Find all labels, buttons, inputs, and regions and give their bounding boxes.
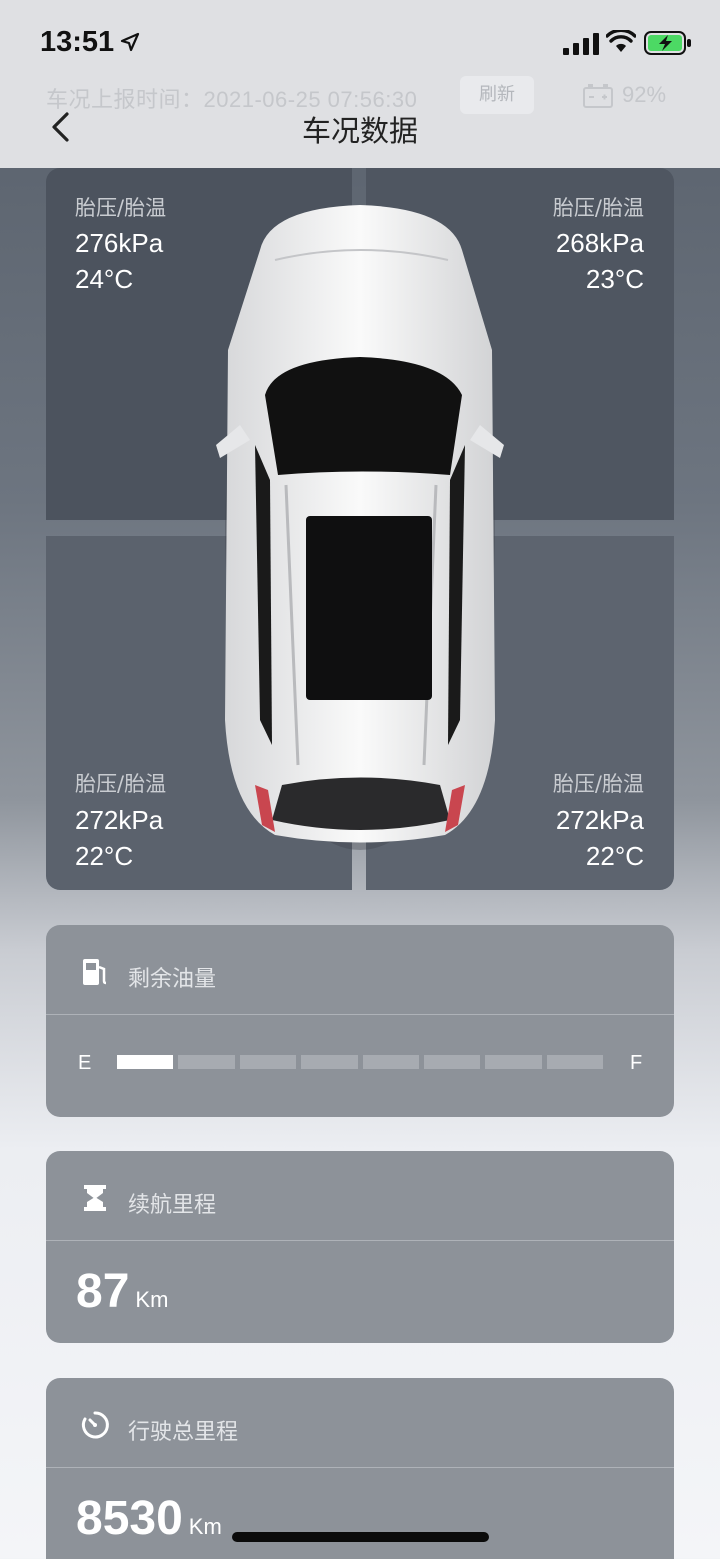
timer-icon xyxy=(81,1411,109,1439)
tire-rear-left-pressure: 272kPa xyxy=(75,805,164,835)
page-title: 车况数据 xyxy=(301,114,418,148)
fuel-segment xyxy=(423,1055,481,1069)
car-battery-value: 92% xyxy=(622,82,667,107)
range-card: 续航里程 87 Km xyxy=(46,1151,674,1343)
odometer-card-header: 行驶总里程 xyxy=(46,1378,674,1468)
fuel-full-mark: F xyxy=(630,1052,643,1074)
odometer-label: 行驶总里程 xyxy=(128,1420,239,1445)
status-time: 13:51 xyxy=(40,26,115,58)
range-label: 续航里程 xyxy=(128,1193,217,1218)
range-value-line: 87 Km xyxy=(76,1264,168,1319)
fuel-segment xyxy=(546,1055,603,1069)
location-arrow-icon xyxy=(120,32,140,52)
fuel-level-bar xyxy=(117,1055,603,1069)
car-battery-icon xyxy=(583,84,613,108)
fuel-card-header: 剩余油量 xyxy=(46,925,674,1015)
car-top-view-image xyxy=(216,205,504,850)
fuel-card: 剩余油量 E F xyxy=(46,925,674,1117)
range-unit: Km xyxy=(135,1287,169,1312)
cellular-signal-icon xyxy=(563,33,599,55)
tire-front-right-temp: 23°C xyxy=(585,264,644,294)
tire-front-right-pressure: 268kPa xyxy=(555,228,644,258)
tire-rear-right-temp: 22°C xyxy=(585,841,644,871)
fuel-segment xyxy=(117,1055,174,1069)
fuel-label: 剩余油量 xyxy=(128,967,217,992)
tire-front-left-temp: 24°C xyxy=(75,264,134,294)
top-bar: 13:51 车况上报时间：2021-06-25 07:56:30 刷新 92% … xyxy=(0,0,720,168)
range-card-header: 续航里程 xyxy=(46,1151,674,1241)
tire-front-right-label: 胎压/胎温 xyxy=(552,196,644,220)
wifi-icon xyxy=(606,30,636,52)
fuel-segment xyxy=(362,1055,419,1069)
tire-rear-left-label: 胎压/胎温 xyxy=(75,772,167,796)
tire-front-left-label: 胎压/胎温 xyxy=(75,196,167,220)
odometer-value: 8530 xyxy=(76,1492,183,1545)
battery-charging-icon xyxy=(644,31,691,55)
hourglass-icon xyxy=(84,1185,106,1211)
tire-rear-right-pressure: 272kPa xyxy=(555,805,644,835)
tire-front-left-pressure: 276kPa xyxy=(75,228,164,258)
range-value: 87 xyxy=(76,1265,130,1318)
odometer-unit: Km xyxy=(188,1514,222,1539)
fuel-segment xyxy=(178,1055,235,1069)
tire-rear-left-temp: 22°C xyxy=(75,841,134,871)
fuel-segment xyxy=(485,1055,542,1069)
fuel-pump-icon xyxy=(83,959,107,985)
fuel-segment xyxy=(301,1055,358,1069)
tire-rear-right-label: 胎压/胎温 xyxy=(552,772,644,796)
odometer-value-line: 8530 Km xyxy=(76,1491,222,1546)
fuel-empty-mark: E xyxy=(78,1052,92,1074)
home-indicator[interactable] xyxy=(232,1532,489,1542)
fuel-segment xyxy=(239,1055,297,1069)
